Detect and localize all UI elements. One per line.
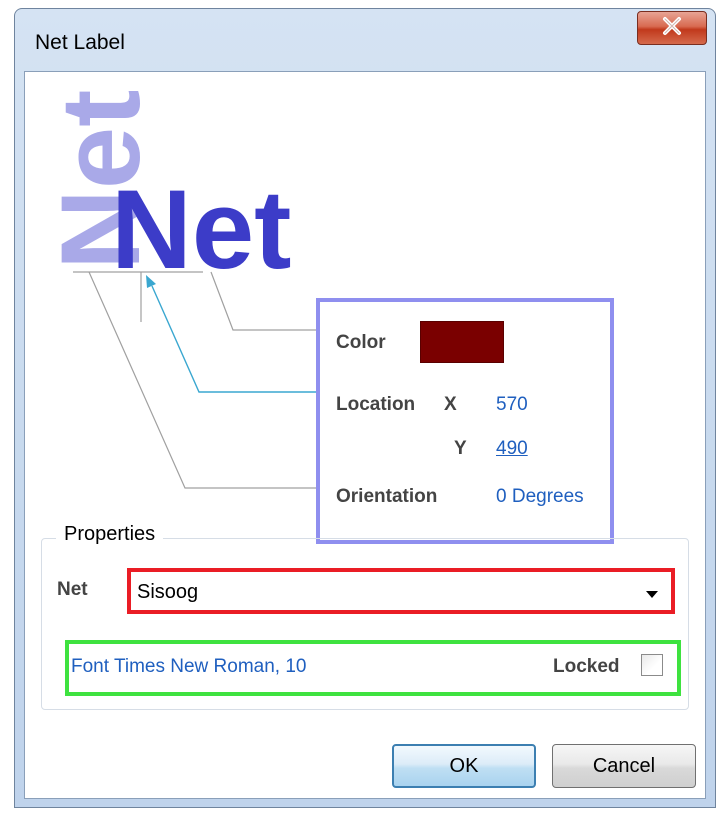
net-select[interactable]: Sisoog (127, 568, 675, 614)
title-bar[interactable]: Net Label (15, 9, 715, 71)
location-arrow-line (151, 285, 316, 393)
close-button[interactable] (637, 11, 707, 45)
net-field-label: Net (57, 579, 88, 600)
label-properties-callout: Color Location X 570 Y 490 Orientation 0… (316, 298, 614, 544)
font-value: Times New Roman, 10 (113, 656, 307, 677)
font-link[interactable]: Font Times New Roman, 10 (71, 656, 307, 678)
cancel-button[interactable]: Cancel (552, 744, 696, 788)
net-select-value: Sisoog (137, 581, 199, 603)
location-x-label: X (444, 394, 457, 415)
orientation-leader-line (88, 271, 316, 489)
horizontal-net-text: Net (111, 167, 291, 292)
net-label-dialog: Net Label Net Net Color Location X 570 Y… (14, 8, 716, 808)
color-swatch[interactable] (420, 321, 504, 363)
ok-button[interactable]: OK (392, 744, 536, 788)
location-y-label: Y (454, 438, 467, 459)
font-row: Font Times New Roman, 10 Locked (65, 640, 681, 696)
location-x-value[interactable]: 570 (496, 394, 528, 416)
font-label: Font (71, 656, 110, 677)
locked-checkbox[interactable] (641, 654, 663, 676)
orientation-value[interactable]: 0 Degrees (496, 486, 584, 508)
dropdown-arrow-icon[interactable] (645, 586, 659, 604)
color-label: Color (336, 332, 386, 353)
properties-group-title: Properties (56, 523, 164, 546)
dialog-title: Net Label (35, 31, 125, 54)
close-x-icon (661, 16, 683, 41)
location-label: Location (336, 394, 416, 415)
dialog-client-area: Net Net Color Location X 570 Y 490 Orien… (24, 71, 706, 799)
location-y-value[interactable]: 490 (496, 438, 528, 460)
locked-label: Locked (553, 656, 620, 677)
orientation-label: Orientation (336, 486, 438, 507)
